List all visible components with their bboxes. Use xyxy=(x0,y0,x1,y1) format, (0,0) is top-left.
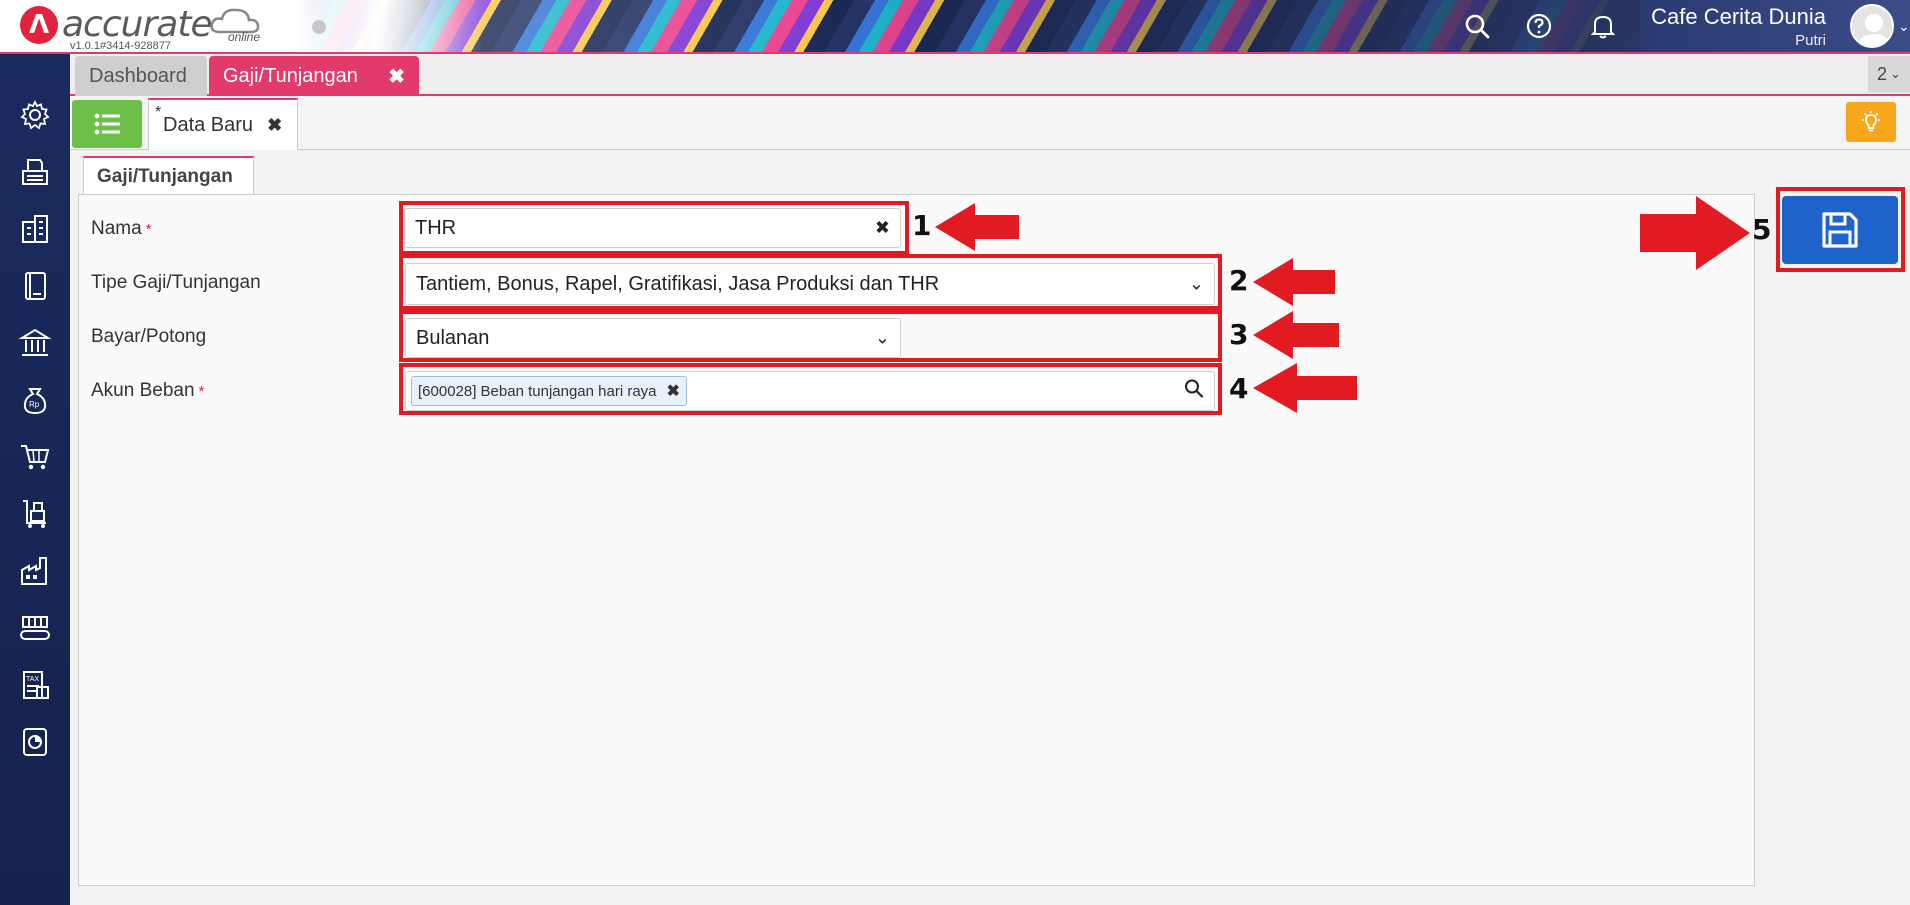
close-icon[interactable]: ✖ xyxy=(267,115,282,136)
annotation-box-4 xyxy=(399,363,1222,415)
user-name: Putri xyxy=(1795,32,1826,49)
save-button[interactable] xyxy=(1782,196,1898,264)
close-icon[interactable]: ✖ xyxy=(388,64,405,89)
annotation-number-3: 3 xyxy=(1229,318,1249,351)
module-tab-bar: Dashboard Gaji/Tunjangan ✖ 2 ⌄ xyxy=(70,54,1910,96)
gear-icon[interactable] xyxy=(14,94,56,136)
tipe-label: Tipe Gaji/Tunjangan xyxy=(91,272,261,293)
search-icon[interactable] xyxy=(1461,10,1493,42)
cart-icon[interactable] xyxy=(14,436,56,478)
required-mark: * xyxy=(198,383,205,400)
company-name: Cafe Cerita Dunia xyxy=(1651,4,1826,29)
company-info: Cafe Cerita Dunia Putri xyxy=(1651,4,1826,49)
form-tab-label: Gaji/Tunjangan xyxy=(97,166,233,187)
annotation-number-4: 4 xyxy=(1229,372,1249,405)
arrow-left-icon xyxy=(1253,363,1357,413)
unsaved-marker: * xyxy=(155,104,162,121)
building-icon[interactable] xyxy=(14,208,56,250)
app-version: v1.0.1#3414-928877 xyxy=(70,40,171,52)
lightbulb-icon xyxy=(1862,111,1880,132)
tab-gaji-tunjangan[interactable]: Gaji/Tunjangan ✖ xyxy=(209,56,419,96)
annotation-box-1 xyxy=(399,201,909,255)
chevron-down-icon: ⌄ xyxy=(1890,66,1901,81)
brand-name: accurate xyxy=(62,4,213,45)
required-mark: * xyxy=(145,221,152,238)
record-tab-bar: * Data Baru ✖ xyxy=(70,96,1910,150)
annotation-number-5: 5 xyxy=(1752,213,1772,246)
tab-dashboard[interactable]: Dashboard xyxy=(75,56,207,96)
bayar-label: Bayar/Potong xyxy=(91,326,207,347)
conveyor-icon[interactable] xyxy=(14,607,56,649)
annotation-box-2 xyxy=(399,254,1222,310)
tab-dashboard-label: Dashboard xyxy=(89,64,187,87)
bell-icon[interactable] xyxy=(1587,10,1619,42)
sidebar: Rp TAX xyxy=(0,54,70,905)
tax-icon[interactable]: TAX xyxy=(14,664,56,706)
bank-icon[interactable] xyxy=(14,322,56,364)
arrow-left-icon xyxy=(1253,258,1335,306)
report-icon[interactable] xyxy=(14,721,56,763)
annotation-number-1: 1 xyxy=(912,209,932,242)
factory-icon[interactable] xyxy=(14,550,56,592)
tab-gaji-tunjangan-label: Gaji/Tunjangan xyxy=(223,64,358,87)
list-icon xyxy=(94,113,120,135)
tips-button[interactable] xyxy=(1846,102,1896,142)
arrow-left-icon xyxy=(935,203,1019,251)
tab-overflow-dropdown[interactable]: 2 ⌄ xyxy=(1868,56,1910,92)
logo-mark-icon: Λ xyxy=(20,5,58,44)
tab-data-baru[interactable]: * Data Baru ✖ xyxy=(148,98,298,150)
trolley-icon[interactable] xyxy=(14,493,56,535)
svg-text:TAX: TAX xyxy=(26,676,39,683)
svg-text:Rp: Rp xyxy=(29,400,40,409)
annotation-box-3 xyxy=(399,310,1222,362)
tab-form-gaji-tunjangan[interactable]: Gaji/Tunjangan xyxy=(83,156,254,196)
fax-icon[interactable] xyxy=(14,151,56,193)
status-dot xyxy=(312,20,326,34)
floppy-disk-icon xyxy=(1822,212,1858,248)
money-bag-icon[interactable]: Rp xyxy=(14,379,56,421)
akun-beban-label: Akun Beban * xyxy=(91,380,205,401)
app-logo[interactable]: Λ accurate xyxy=(20,4,213,45)
annotation-number-2: 2 xyxy=(1229,264,1249,297)
arrow-right-icon xyxy=(1640,196,1750,270)
nama-label: Nama * xyxy=(91,218,152,239)
app-header: Λ accurate online v1.0.1#3414-928877 Caf… xyxy=(0,0,1910,54)
chevron-down-icon[interactable]: ⌄ xyxy=(1898,18,1910,35)
arrow-left-icon xyxy=(1253,311,1339,359)
help-icon[interactable] xyxy=(1523,10,1555,42)
tab-overflow-count: 2 xyxy=(1877,63,1888,84)
book-icon[interactable] xyxy=(14,265,56,307)
list-view-button[interactable] xyxy=(72,100,142,148)
header-banner-art xyxy=(300,0,1650,52)
tab-data-baru-label: Data Baru xyxy=(163,113,254,136)
brand-suffix: online xyxy=(228,30,261,44)
avatar[interactable] xyxy=(1850,4,1894,48)
